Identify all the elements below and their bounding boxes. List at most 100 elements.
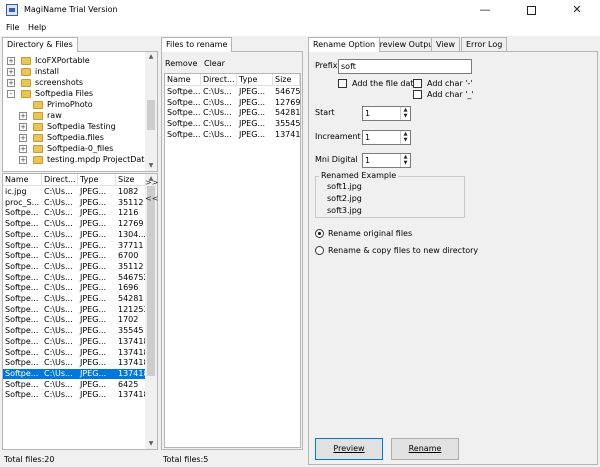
table-cell: Softpe... xyxy=(5,261,39,271)
column-header[interactable]: Direct... xyxy=(201,74,237,86)
menu-file[interactable]: File xyxy=(6,23,19,32)
close-button[interactable]: ✕ xyxy=(554,0,600,20)
tree-item[interactable]: + install xyxy=(7,67,145,78)
scroll-up-icon[interactable]: ▲ xyxy=(145,52,157,62)
table-row[interactable]: Softpe...C:\Us...JPEG...137418 xyxy=(3,337,146,347)
expand-icon[interactable]: + xyxy=(7,57,15,65)
tab-files-to-rename[interactable]: Files to rename xyxy=(161,37,233,52)
rename-button[interactable]: Rename xyxy=(391,438,459,460)
column-header[interactable]: Name xyxy=(3,174,42,186)
table-row[interactable]: Softpe...C:\Us...JPEG...137418 xyxy=(3,348,146,358)
tree-item[interactable]: + Softpedia-0_files xyxy=(19,144,145,155)
directory-tree[interactable]: + IcoFXPortable + install + screenshots - Softp… xyxy=(2,51,158,172)
table-row[interactable]: Softpe... C:\Us... JPEG... 35545 xyxy=(3,326,146,336)
rename-file-list[interactable]: Name Direct... Type Size Softpe... C:\Us... J… xyxy=(164,73,301,448)
tree-item[interactable]: - Softpedia Files xyxy=(7,89,145,100)
table-row[interactable]: Softpe... C:\Us... JPEG... 12769 xyxy=(165,98,300,108)
column-header[interactable]: Type xyxy=(237,74,273,86)
tab-error-log[interactable]: Error Log xyxy=(461,37,508,51)
table-row[interactable]: Softpe... C:\Us... JPEG... 1702 xyxy=(3,315,146,325)
tab-directory-files[interactable]: Directory & Files xyxy=(2,37,78,52)
column-header[interactable]: Type xyxy=(78,174,116,186)
spin-down-icon[interactable]: ▼ xyxy=(401,113,410,119)
preview-button[interactable]: Preview xyxy=(315,438,383,460)
table-row[interactable]: Softpe... C:\Us... JPEG... 54281 xyxy=(3,294,146,304)
table-cell: C:\Us... xyxy=(203,97,232,107)
table-row[interactable]: Softpe... C:\Us... JPEG... 6425 xyxy=(3,380,146,390)
remove-files-button[interactable]: << xyxy=(145,194,158,203)
add-char-underscore-checkbox[interactable] xyxy=(413,90,422,99)
tree-item[interactable]: + Softpedia.files xyxy=(19,133,145,144)
scroll-down-icon[interactable]: ▼ xyxy=(145,161,157,171)
tree-item[interactable]: + raw xyxy=(19,111,145,122)
table-row[interactable]: Softpe... C:\Us... JPEG... 1696 xyxy=(3,283,146,293)
add-char-dash-checkbox[interactable] xyxy=(413,79,422,88)
table-cell: JPEG... xyxy=(80,240,107,250)
column-header[interactable]: Size xyxy=(273,74,300,86)
expand-icon[interactable]: + xyxy=(19,123,27,131)
menu-help[interactable]: Help xyxy=(28,23,46,32)
rename-copy-radio[interactable] xyxy=(315,246,324,255)
tree-item[interactable]: + IcoFXPortable xyxy=(7,56,145,67)
table-row[interactable]: Softpe... C:\Us... JPEG... 6700 xyxy=(3,251,146,261)
table-row[interactable]: Softpe... C:\Us... JPEG... 1304... xyxy=(3,230,146,240)
clear-button[interactable]: Clear xyxy=(204,59,225,68)
table-row[interactable]: Softpe... C:\Us... JPEG... 35545 xyxy=(165,119,300,129)
expand-icon[interactable]: + xyxy=(19,134,27,142)
increment-stepper[interactable]: 1 ▲ ▼ xyxy=(362,130,411,145)
expand-icon[interactable]: + xyxy=(19,156,27,164)
table-cell: 137418 xyxy=(118,347,146,357)
scroll-down-icon[interactable]: ▼ xyxy=(145,439,157,449)
table-row[interactable]: Softpe...C:\Us...JPEG...137418 xyxy=(165,130,300,140)
column-header[interactable]: Size xyxy=(116,174,146,186)
table-row[interactable]: Softpe... C:\Us... JPEG... 121253 xyxy=(3,305,146,315)
remove-button[interactable]: Remove xyxy=(165,59,197,68)
tree-scrollbar[interactable]: ▲ ▼ xyxy=(145,52,157,171)
min-digital-stepper[interactable]: 1 ▲ ▼ xyxy=(362,153,411,168)
table-row[interactable]: Softpe... C:\Us... JPEG... 37711 xyxy=(3,241,146,251)
column-header[interactable]: Name xyxy=(165,74,201,86)
expand-icon[interactable]: - xyxy=(7,90,15,98)
table-row[interactable]: ic.jpg C:\Us... JPEG... 1082 xyxy=(3,187,146,197)
table-row[interactable]: proc_S... C:\Us... JPEG... 35112 xyxy=(3,198,146,208)
tree-item[interactable]: + screenshots xyxy=(7,78,145,89)
folder-icon xyxy=(33,101,43,109)
tree-item[interactable]: + testing.mpdp ProjectData xyxy=(19,155,145,166)
expand-icon[interactable]: + xyxy=(19,145,27,153)
start-stepper[interactable]: 1 ▲ ▼ xyxy=(362,106,411,121)
table-row[interactable]: Softpe...C:\Us...JPEG...137418 xyxy=(3,368,146,379)
tree-item[interactable]: + Softpedia Testing xyxy=(19,122,145,133)
table-row[interactable]: Softpe...C:\Us...JPEG...546752 xyxy=(3,273,146,283)
table-row[interactable]: Softpe...C:\Us...JPEG...137418 xyxy=(3,358,146,368)
expand-icon[interactable]: + xyxy=(19,112,27,120)
table-row[interactable]: Softpe... C:\Us... JPEG... 54281 xyxy=(165,108,300,118)
spin-down-icon[interactable]: ▼ xyxy=(401,160,410,166)
add-files-button[interactable]: >> xyxy=(145,178,158,187)
table-cell: Softpe... xyxy=(5,368,39,378)
tree-item[interactable]: PrimoPhoto xyxy=(19,100,145,111)
file-list-scroll-thumb[interactable] xyxy=(147,186,155,376)
expand-icon[interactable]: + xyxy=(7,79,15,87)
source-file-list[interactable]: Name Direct... Type Size ic.jpg C:\Us... JPEG… xyxy=(2,173,158,450)
add-file-date-checkbox[interactable] xyxy=(338,79,347,88)
spin-down-icon[interactable]: ▼ xyxy=(401,137,410,143)
tab-view[interactable]: View xyxy=(431,37,460,51)
table-row[interactable]: Softpe... C:\Us... JPEG... 1216 xyxy=(3,208,146,218)
table-row[interactable]: Softpe...C:\Us...JPEG...546752 xyxy=(165,87,300,97)
table-cell: Softpe... xyxy=(167,108,201,118)
rename-original-radio[interactable] xyxy=(315,229,324,238)
table-row[interactable]: Softpe... C:\Us... JPEG... 35112 xyxy=(3,262,146,272)
prefix-input[interactable]: soft xyxy=(338,59,472,74)
minimize-button[interactable]: — xyxy=(462,0,508,20)
expand-icon[interactable]: + xyxy=(7,68,15,76)
tree-scroll-thumb[interactable] xyxy=(147,100,155,130)
maximize-button[interactable] xyxy=(508,0,554,20)
tree-item-label: Softpedia Testing xyxy=(47,122,116,131)
tab-rename-option[interactable]: Rename Option xyxy=(308,37,381,52)
table-cell: 1216 xyxy=(118,208,139,218)
table-cell: Softpe... xyxy=(5,326,39,336)
table-row[interactable]: Softpe...C:\Us...JPEG...137418 xyxy=(3,390,146,400)
column-header[interactable]: Direct... xyxy=(42,174,78,186)
table-row[interactable]: Softpe... C:\Us... JPEG... 12769 xyxy=(3,219,146,229)
file-list-scrollbar[interactable]: ▲ ▼ xyxy=(145,174,157,449)
